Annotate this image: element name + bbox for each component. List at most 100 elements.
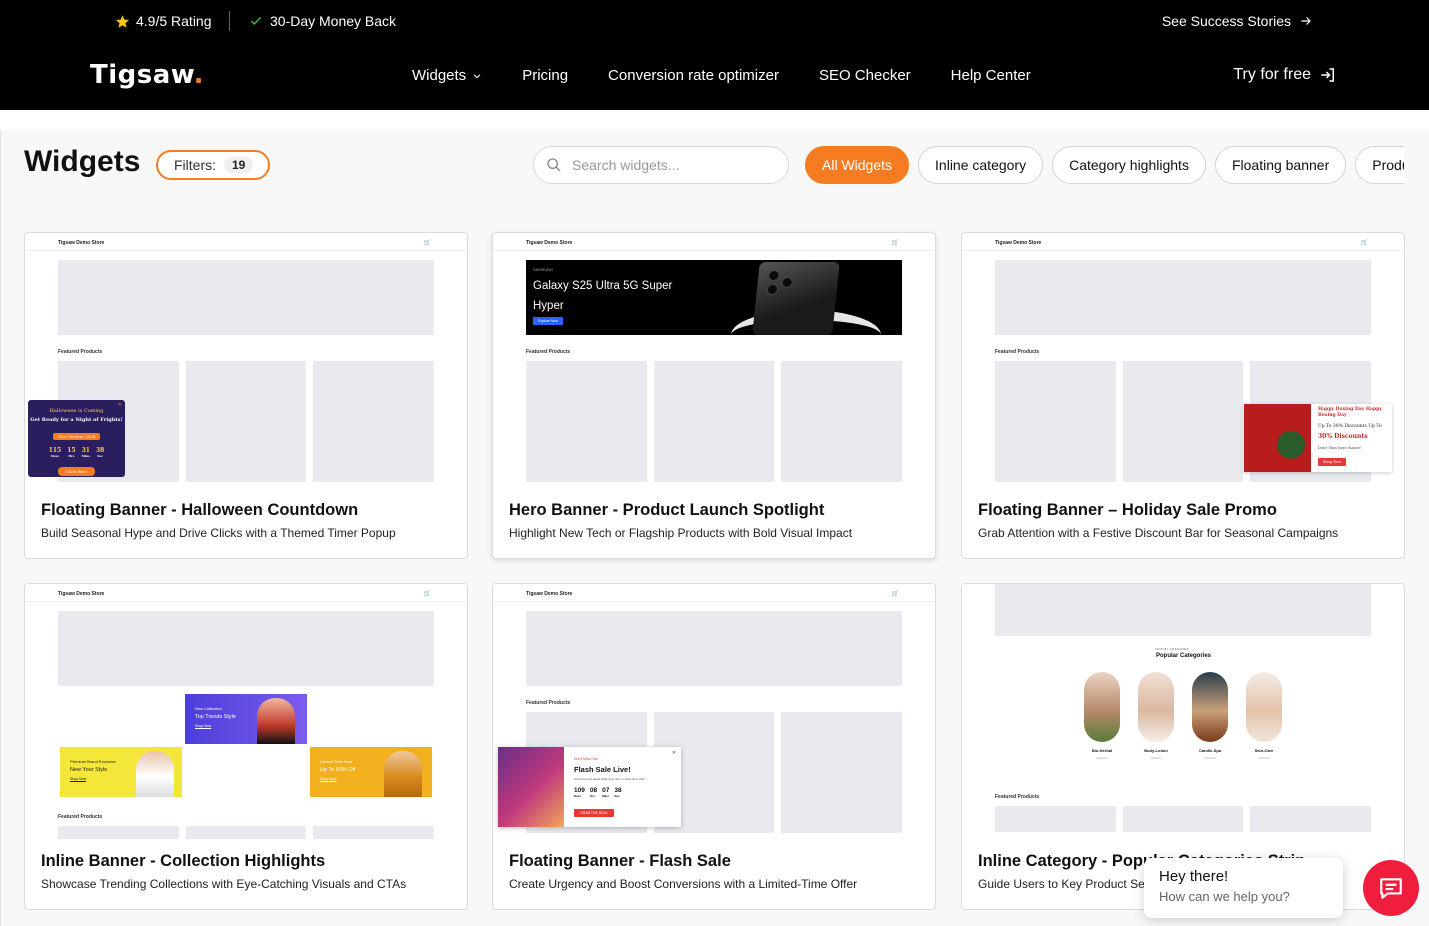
- preview-store-name: Tigsaw Demo Store: [526, 591, 573, 597]
- success-stories-link[interactable]: See Success Stories: [1162, 13, 1313, 29]
- placeholder-product: [781, 361, 902, 482]
- main-nav: Tigsaw. Widgets Pricing Conversion rate …: [0, 44, 1429, 110]
- divider: [493, 250, 935, 251]
- nav-help-center[interactable]: Help Center: [951, 67, 1031, 84]
- card-title: Hero Banner - Product Launch Spotlight: [509, 501, 825, 519]
- arrow-right-icon: [1301, 17, 1311, 25]
- chip-product[interactable]: Produ: [1355, 146, 1404, 184]
- collection-banner: Premium Brand Exclusive New Your Style Sho…: [60, 747, 182, 797]
- placeholder-product: [1123, 806, 1243, 832]
- chat-greeting-title: Hey there!: [1159, 868, 1229, 885]
- widget-card[interactable]: Tigsaw Demo Store 🛒 New Collection Top Tr…: [24, 583, 468, 910]
- cart-icon: 🛒: [891, 240, 899, 246]
- category-count: 12 Items: [1204, 756, 1216, 760]
- preview-store-name: Tigsaw Demo Store: [58, 591, 105, 597]
- top-announcement-bar: 4.9/5 Rating 30-Day Money Back See Succe…: [0, 0, 1429, 44]
- page-title: Widgets: [24, 145, 141, 178]
- countdown-mins: 07 Mins: [602, 787, 610, 798]
- holiday-subheading: Up To 30% Discounts Up To: [1318, 424, 1382, 429]
- widget-preview: SHOP BY CATEGORIES Popular Categories Bi…: [962, 584, 1404, 839]
- money-back-badge: 30-Day Money Back: [249, 13, 396, 29]
- hero-cta: Explore Now: [533, 317, 563, 325]
- money-back-text: 30-Day Money Back: [270, 13, 397, 29]
- widget-preview: Tigsaw Demo Store 🛒 Featured Products ✕ …: [493, 584, 935, 839]
- try-for-free-button[interactable]: Try for free: [1233, 66, 1337, 84]
- placeholder-product: [313, 826, 434, 839]
- holiday-discount: 30% Discounts: [1318, 433, 1368, 440]
- rating-text: 4.9/5 Rating: [136, 13, 212, 29]
- widget-card[interactable]: Tigsaw Demo Store 🛒 SAMSUNG Galaxy S25 U…: [492, 232, 936, 559]
- divider: [229, 11, 230, 31]
- countdown: 115 Days 15 Hrs 31 Mins 38 Sec: [28, 447, 125, 458]
- nav-widgets[interactable]: Widgets: [412, 67, 482, 84]
- cart-icon: 🛒: [1360, 240, 1368, 246]
- placeholder-product: [995, 361, 1116, 482]
- phone-image: [752, 262, 840, 335]
- placeholder-banner: [58, 611, 434, 686]
- card-description: Highlight New Tech or Flagship Products …: [509, 526, 853, 540]
- filters-label: Filters:: [174, 157, 216, 173]
- featured-label: Featured Products: [58, 814, 103, 820]
- chat-button[interactable]: [1363, 860, 1419, 916]
- preview-store-name: Tigsaw Demo Store: [526, 240, 573, 246]
- logo-text: Tigsaw: [90, 60, 194, 90]
- divider: [25, 601, 467, 602]
- placeholder-product: [1250, 806, 1371, 832]
- search-input[interactable]: [572, 157, 772, 173]
- close-icon: ✕: [671, 750, 676, 756]
- nav-links: Widgets Pricing Conversion rate optimize…: [412, 67, 1031, 84]
- chip-all-widgets[interactable]: All Widgets: [805, 146, 910, 184]
- popup-date: 31st October 2024: [52, 433, 101, 440]
- flash-title: Flash Sale Live!: [574, 765, 631, 774]
- placeholder-product: [526, 361, 647, 482]
- collection-banner: New Collection Top Trends Style Shop Now: [185, 694, 307, 744]
- chip-floating-banner[interactable]: Floating banner: [1214, 146, 1347, 184]
- logo[interactable]: Tigsaw.: [90, 60, 204, 90]
- placeholder-product: [58, 826, 179, 839]
- preview-store-name: Tigsaw Demo Store: [58, 240, 105, 246]
- widget-card[interactable]: Tigsaw Demo Store 🛒 Featured Products ✕ …: [24, 232, 468, 559]
- login-icon: [1321, 68, 1334, 82]
- cart-icon: 🛒: [891, 591, 899, 597]
- nav-pricing[interactable]: Pricing: [522, 67, 568, 84]
- nav-widgets-label: Widgets: [412, 67, 467, 84]
- chat-greeting-subtitle: How can we help you?: [1159, 889, 1290, 904]
- featured-label: Featured Products: [526, 349, 571, 355]
- logo-dot: .: [193, 60, 205, 90]
- categories-kicker: SHOP BY CATEGORIES: [1155, 647, 1189, 651]
- placeholder-product: [1123, 361, 1243, 482]
- countdown-hours: 15 Hrs: [67, 447, 76, 458]
- hero-brand: SAMSUNG: [533, 267, 554, 272]
- chip-category-highlights[interactable]: Category highlights: [1052, 146, 1206, 184]
- flash-sale-popup: ✕ Don't Miss Out! Flash Sale Live! Grab …: [498, 747, 681, 827]
- placeholder-banner: [995, 584, 1371, 636]
- cart-icon: 🛒: [423, 240, 431, 246]
- collection-banner: Limited Time Deal Up To 50% Off Shop Now: [310, 747, 432, 797]
- card-description: Showcase Trending Collections with Eye-C…: [41, 877, 407, 891]
- chat-greeting[interactable]: Hey there! How can we help you?: [1144, 858, 1343, 918]
- nav-seo-checker[interactable]: SEO Checker: [819, 67, 911, 84]
- placeholder-banner: [58, 260, 434, 335]
- category-count: 20 Items: [1258, 756, 1270, 760]
- placeholder-banner: [526, 611, 902, 686]
- placeholder-product: [654, 361, 774, 482]
- nav-cro[interactable]: Conversion rate optimizer: [608, 67, 779, 84]
- filters-button[interactable]: Filters: 19: [156, 150, 270, 180]
- chip-inline-category[interactable]: Inline category: [918, 146, 1044, 184]
- countdown-mins: 31 Mins: [81, 447, 90, 458]
- card-title: Floating Banner – Holiday Sale Promo: [978, 501, 1277, 519]
- card-description: Create Urgency and Boost Conversions wit…: [509, 877, 858, 891]
- holiday-image: [1244, 404, 1311, 472]
- cart-icon: 🛒: [423, 591, 431, 597]
- popup-subheading: Get Ready for a Night of Frights!: [30, 417, 123, 423]
- featured-label: Featured Products: [526, 700, 571, 706]
- holiday-popup: Happy Boxing Day Happy Boxing Day Up To …: [1244, 404, 1392, 472]
- widget-card[interactable]: Tigsaw Demo Store 🛒 Featured Products ✕ …: [492, 583, 936, 910]
- category-label: Body-Lotion: [1144, 748, 1168, 753]
- rating-badge: 4.9/5 Rating: [115, 13, 212, 29]
- placeholder-product: [995, 806, 1116, 832]
- widget-card[interactable]: Tigsaw Demo Store 🛒 Featured Products Ha…: [961, 232, 1405, 559]
- featured-label: Featured Products: [58, 349, 103, 355]
- chevron-down-icon: [473, 73, 481, 78]
- countdown-secs: 38 Sec: [614, 787, 622, 798]
